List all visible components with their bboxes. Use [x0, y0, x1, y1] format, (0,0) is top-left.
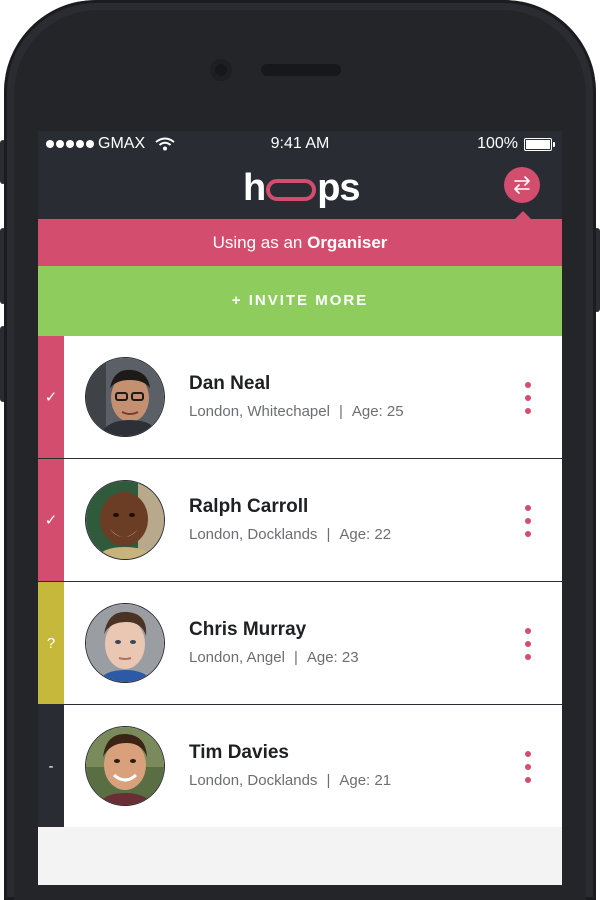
separator: | — [326, 772, 331, 789]
swap-arrows-icon — [514, 176, 530, 194]
separator: | — [338, 403, 343, 420]
battery-status: 100% — [477, 135, 555, 153]
participant-location: London, Whitechapel — [189, 403, 330, 420]
attendance-status[interactable]: ? — [38, 582, 64, 704]
participant-row[interactable]: ? Chris Murray London, Angel | Age: 23 — [38, 582, 562, 705]
more-options-icon[interactable] — [518, 505, 538, 537]
participant-row[interactable]: ✓ Ralph Carroll London, Docklands | Age: 2… — [38, 459, 562, 582]
participant-details: London, Docklands | Age: 21 — [189, 772, 391, 789]
battery-percent: 100% — [477, 135, 518, 152]
avatar — [86, 358, 164, 436]
logo-letters-ps: ps — [317, 167, 360, 209]
avatar — [86, 727, 164, 805]
avatar — [86, 481, 164, 559]
attendance-status[interactable]: ✓ — [38, 459, 64, 581]
separator: | — [293, 649, 298, 666]
participant-name: Chris Murray — [189, 619, 307, 640]
more-options-icon[interactable] — [518, 382, 538, 414]
participant-age: Age: 23 — [306, 649, 359, 666]
app-screen: GMAX 9:41 AM 100% h ps Using as an Organ… — [38, 131, 562, 885]
attendance-status[interactable]: - — [38, 705, 64, 827]
role-name: Organiser — [307, 233, 388, 252]
participant-location: London, Docklands — [189, 526, 318, 543]
role-prefix: Using as an — [212, 233, 303, 252]
participant-row[interactable]: - Tim Davies London, Docklands | Age: 21 — [38, 705, 562, 827]
battery-icon — [524, 137, 555, 151]
participant-name: Ralph Carroll — [189, 496, 309, 517]
participant-row[interactable]: ✓ Dan Neal London, Whitechapel | Age: 25 — [38, 336, 562, 459]
participant-details: London, Docklands | Age: 22 — [189, 526, 391, 543]
earpiece-speaker — [261, 64, 341, 76]
participant-details: London, Angel | Age: 23 — [189, 649, 359, 666]
participant-age: Age: 21 — [339, 772, 392, 789]
participant-list: ✓ Dan Neal London, Whitechapel | Age: 25 — [38, 336, 562, 827]
hoops-logo: h ps — [243, 167, 361, 209]
logo-letter-h: h — [243, 167, 266, 209]
switch-pointer — [515, 211, 531, 219]
role-banner: Using as an Organiser — [38, 219, 562, 266]
attendance-status[interactable]: ✓ — [38, 336, 64, 458]
separator: | — [326, 526, 331, 543]
more-options-icon[interactable] — [518, 628, 538, 660]
participant-location: London, Docklands — [189, 772, 318, 789]
participant-name: Dan Neal — [189, 373, 271, 394]
logo-ring-icon — [266, 179, 317, 201]
participant-location: London, Angel — [189, 649, 285, 666]
invite-more-button[interactable]: + INVITE MORE — [38, 266, 562, 336]
more-options-icon[interactable] — [518, 751, 538, 783]
avatar — [86, 604, 164, 682]
switch-role-button[interactable] — [504, 167, 540, 203]
front-camera — [210, 59, 232, 81]
status-bar: GMAX 9:41 AM 100% — [38, 131, 562, 157]
participant-name: Tim Davies — [189, 742, 289, 763]
nav-bar: h ps — [38, 157, 562, 219]
participant-age: Age: 25 — [351, 403, 404, 420]
participant-age: Age: 22 — [339, 526, 392, 543]
participant-details: London, Whitechapel | Age: 25 — [189, 403, 404, 420]
